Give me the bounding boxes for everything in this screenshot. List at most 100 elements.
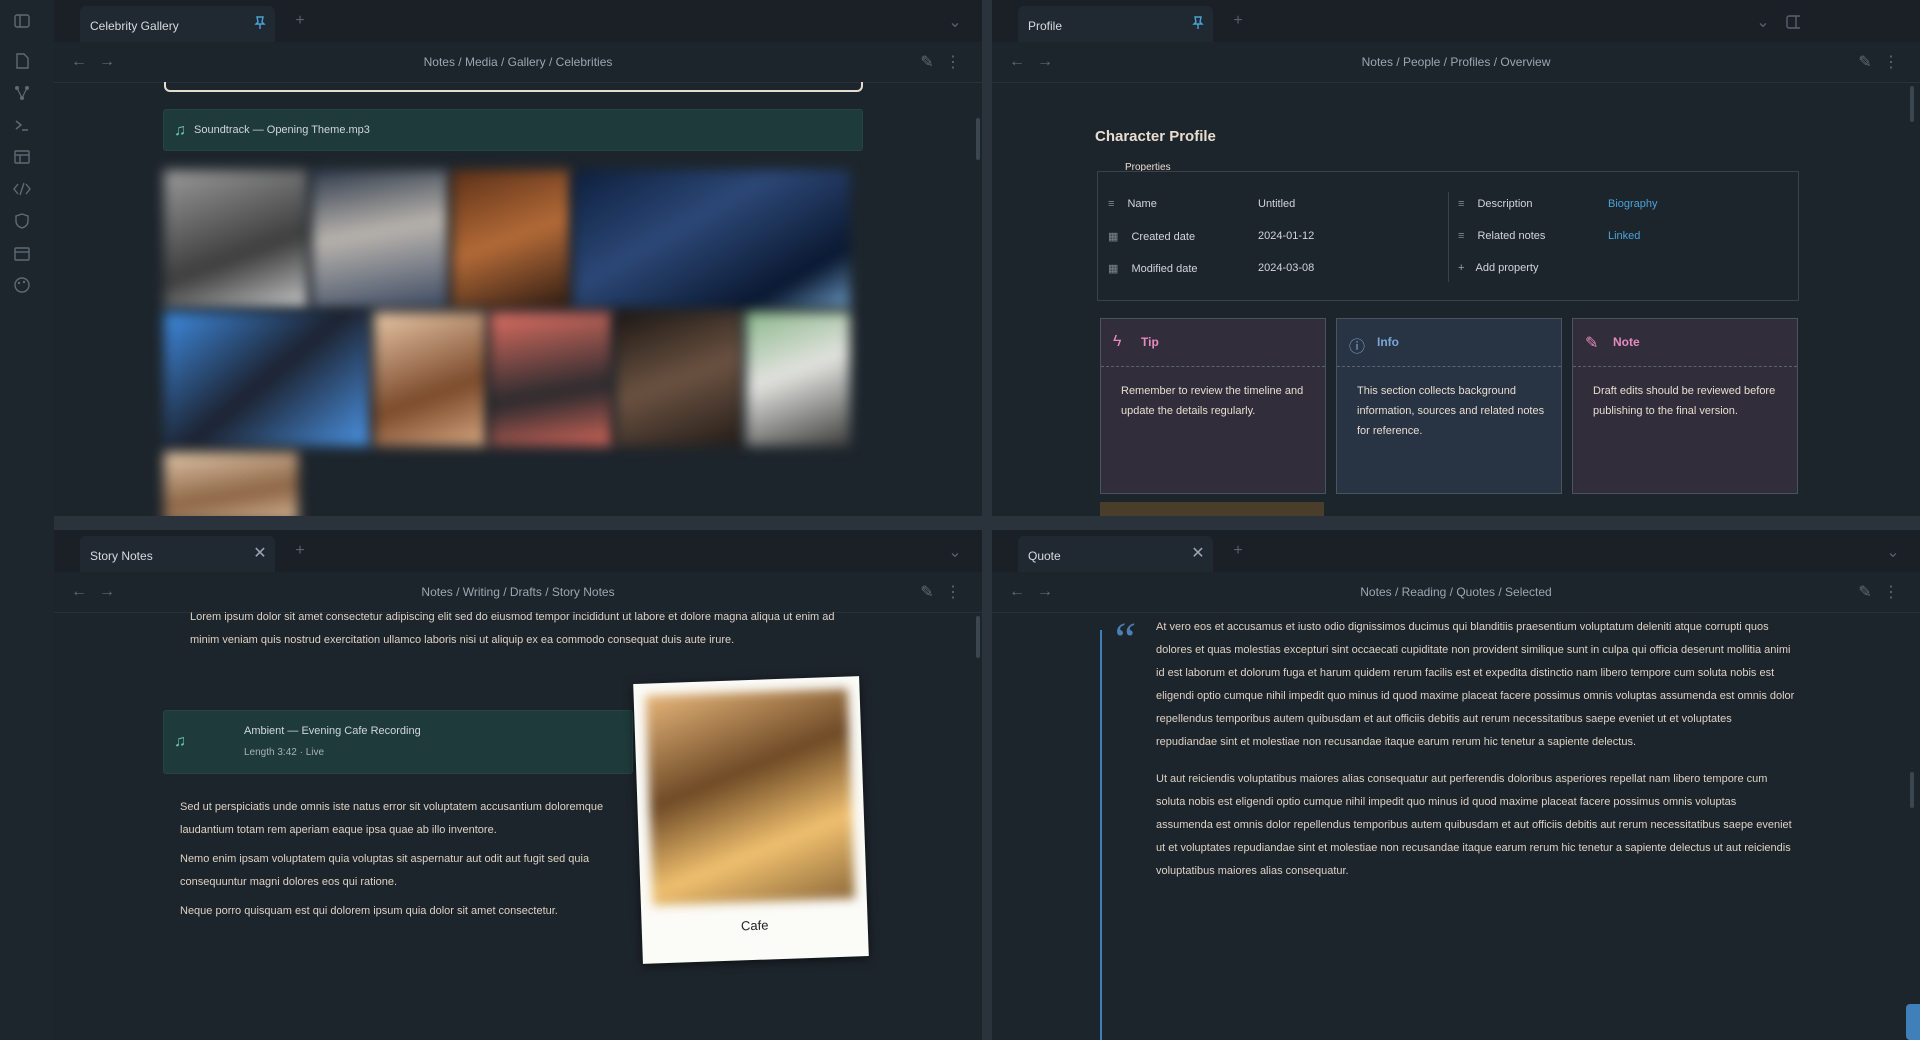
chevron-down-icon[interactable]: ⌄ (948, 14, 962, 31)
banner-frame (164, 82, 863, 92)
chevron-down-icon[interactable]: ⌄ (948, 544, 962, 561)
gallery-photo[interactable] (164, 312, 370, 446)
polaroid-image[interactable]: Cafe (633, 676, 869, 964)
scrollbar[interactable] (976, 616, 980, 658)
chevron-down-icon[interactable]: ⌄ (1756, 14, 1770, 31)
tab-title: Quote (1028, 549, 1061, 563)
sidebar-toggle-icon[interactable] (13, 12, 31, 30)
tab-bar: Profile + ⌄ (992, 0, 1920, 42)
gallery-photo[interactable] (574, 170, 850, 308)
close-tab-icon[interactable]: ✕ (1189, 544, 1207, 562)
new-tab-plus-icon[interactable]: + (292, 12, 308, 29)
property-row[interactable]: ▦ Modified date 2024-03-08 (1108, 262, 1314, 275)
property-row[interactable]: ≡ Related notes Linked (1458, 230, 1640, 242)
blockquote-bar (1100, 630, 1102, 1040)
tab-bar: Quote ✕ + ⌄ (992, 530, 1920, 572)
edit-pencil-icon[interactable]: ✎ (920, 54, 934, 71)
new-tab-plus-icon[interactable]: + (292, 542, 308, 559)
lightning-icon: ϟ (1113, 333, 1122, 350)
horizontal-splitter[interactable] (54, 516, 1920, 530)
left-ribbon (0, 0, 55, 1040)
code-icon[interactable] (13, 180, 31, 198)
tab-active[interactable]: Celebrity Gallery (80, 6, 275, 42)
callout-partial (1100, 502, 1324, 516)
list-item: Lorem ipsum dolor sit amet consectetur a… (190, 611, 835, 646)
tab-active[interactable]: Quote ✕ (1018, 536, 1213, 572)
more-options-icon[interactable]: ⋮ (945, 54, 961, 71)
tab-active[interactable]: Story Notes ✕ (80, 536, 275, 572)
close-tab-icon[interactable]: ✕ (251, 544, 269, 562)
music-note-icon: ♫ (174, 122, 186, 139)
quote-paragraph: Ut aut reiciendis voluptatibus maiores a… (1156, 773, 1792, 877)
tab-bar: Story Notes ✕ + ⌄ (54, 530, 982, 572)
list-item: Sed ut perspiciatis unde omnis iste natu… (180, 801, 604, 836)
more-options-icon[interactable]: ⋮ (945, 584, 961, 601)
more-options-icon[interactable]: ⋮ (1883, 584, 1899, 601)
breadcrumb: Notes / Media / Gallery / Celebrities (423, 55, 613, 69)
pin-icon[interactable] (251, 14, 269, 32)
music-note-icon: ♫ (174, 733, 186, 750)
property-row[interactable]: ▦ Created date 2024-01-12 (1108, 230, 1314, 243)
gallery-photo[interactable] (374, 312, 486, 446)
bullet-list: Lorem ipsum dolor sit amet consectetur a… (180, 606, 860, 652)
right-sidebar-toggle-icon[interactable] (1786, 15, 1800, 29)
list-item: Neque porro quisquam est qui dolorem ips… (180, 905, 558, 917)
page-title: Character Profile (1095, 128, 1216, 145)
property-row[interactable]: ≡ Description Biography (1458, 198, 1658, 210)
graph-icon[interactable] (13, 84, 31, 102)
side-handle[interactable] (1906, 1004, 1920, 1040)
calendar-icon: ▦ (1108, 263, 1119, 275)
tab-active[interactable]: Profile (1018, 6, 1213, 42)
add-property-button[interactable]: + Add property (1458, 262, 1538, 274)
callout-body: This section collects background informa… (1357, 385, 1545, 437)
gallery-photo[interactable] (164, 170, 308, 308)
tab-title: Celebrity Gallery (90, 19, 179, 33)
terminal-icon[interactable] (13, 116, 31, 134)
pane-top-right: Profile + ⌄ ← → Notes / People / Profile… (992, 0, 1920, 516)
shield-icon[interactable] (13, 212, 31, 230)
pin-icon[interactable] (1189, 14, 1207, 32)
plus-icon: + (1458, 262, 1465, 274)
new-tab-plus-icon[interactable]: + (1230, 12, 1246, 29)
quote-paragraph: At vero eos et accusamus et iusto odio d… (1156, 621, 1795, 748)
callout-title: Info (1377, 335, 1399, 349)
calendar-icon: ▦ (1108, 231, 1119, 243)
files-icon[interactable] (13, 52, 31, 70)
pane-top-left: Celebrity Gallery + ⌄ ← → Notes / Media … (54, 0, 982, 516)
gallery-photo[interactable] (452, 170, 570, 308)
divider (1448, 192, 1449, 282)
new-tab-plus-icon[interactable]: + (1230, 542, 1246, 559)
tab-title: Profile (1028, 19, 1063, 33)
audio-block[interactable]: ♫ Soundtrack — Opening Theme.mp3 (163, 109, 863, 151)
gallery-photo[interactable] (616, 312, 742, 446)
text-lines-icon: ≡ (1458, 230, 1465, 242)
callout-title: Note (1613, 335, 1640, 349)
polaroid-photo (645, 688, 855, 906)
edit-pencil-icon[interactable]: ✎ (920, 584, 934, 601)
callout-body: Draft edits should be reviewed before pu… (1593, 385, 1776, 417)
list-item: Nemo enim ipsam voluptatem quia voluptas… (180, 853, 590, 888)
info-circle-icon: ⓘ (1349, 339, 1366, 356)
gallery-photo[interactable] (490, 312, 612, 446)
calendar-icon[interactable] (13, 244, 31, 262)
layout-icon[interactable] (13, 148, 31, 166)
audio-subtitle: Length 3:42 · Live (244, 747, 325, 758)
palette-icon[interactable] (13, 276, 31, 294)
edit-pencil-icon[interactable]: ✎ (1858, 54, 1872, 71)
chevron-down-icon[interactable]: ⌄ (1886, 544, 1900, 561)
callout-note: ✎ Note Draft edits should be reviewed be… (1572, 318, 1798, 494)
gallery-photo[interactable] (164, 452, 298, 516)
tab-title: Story Notes (90, 549, 153, 563)
callout-title: Tip (1141, 335, 1159, 349)
property-row[interactable]: ≡ Name Untitled (1108, 198, 1295, 210)
scrollbar[interactable] (1910, 772, 1914, 808)
nav-bar: ← → Notes / People / Profiles / Overview… (992, 42, 1920, 83)
scrollbar[interactable] (1910, 86, 1914, 122)
scrollbar[interactable] (976, 118, 980, 160)
gallery-photo[interactable] (746, 312, 850, 446)
more-options-icon[interactable]: ⋮ (1883, 54, 1899, 71)
audio-block[interactable]: ♫ Ambient — Evening Cafe Recording Lengt… (163, 710, 633, 774)
edit-pencil-icon[interactable]: ✎ (1858, 584, 1872, 601)
gallery-photo[interactable] (312, 170, 448, 308)
callout-info: ⓘ Info This section collects background … (1336, 318, 1562, 494)
